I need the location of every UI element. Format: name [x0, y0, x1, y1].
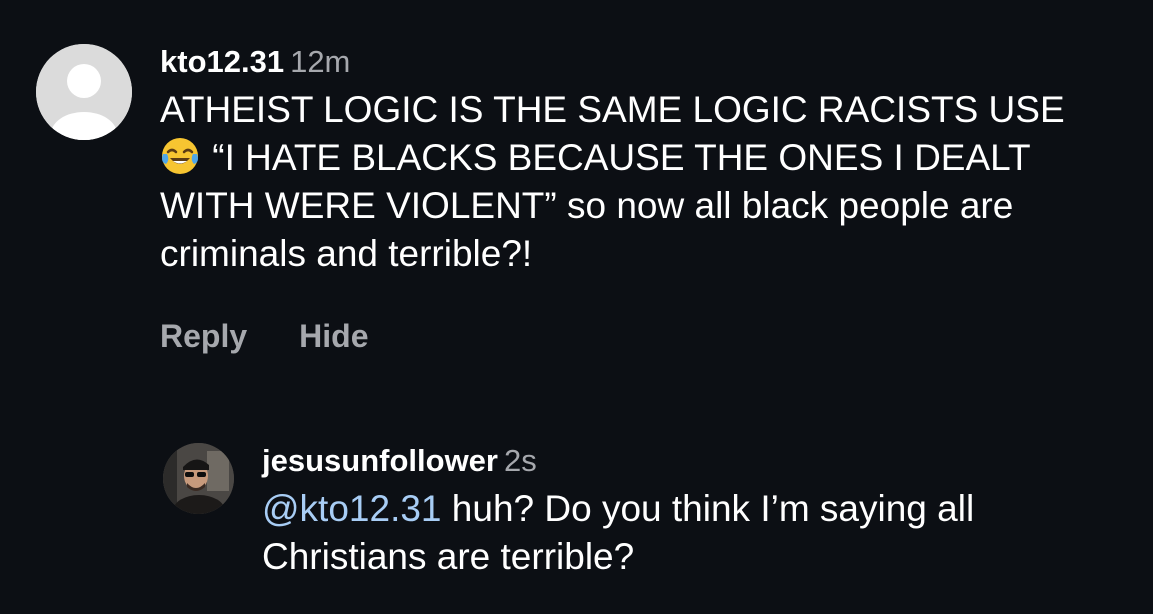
username[interactable]: kto12.31: [160, 44, 284, 79]
comment-meta: jesusunfollower 2s: [262, 443, 1122, 479]
default-avatar-icon[interactable]: [36, 44, 132, 140]
face-with-tears-of-joy-icon: [160, 136, 200, 176]
timestamp: 2s: [503, 443, 537, 478]
reply-button[interactable]: Reply: [160, 318, 247, 355]
comment-text-part1: ATHEIST LOGIC IS THE SAME LOGIC RACISTS …: [160, 89, 1065, 130]
comment-actions: Reply Hide: [160, 318, 1090, 355]
comment-text: ATHEIST LOGIC IS THE SAME LOGIC RACISTS …: [160, 86, 1090, 278]
comment-text-part2: “I HATE BLACKS BECAUSE THE ONES I DEALT …: [160, 137, 1030, 274]
comment-body: kto12.31 12m ATHEIST LOGIC IS THE SAME LO…: [160, 44, 1090, 355]
mention-link[interactable]: @kto12.31: [262, 488, 442, 529]
hide-button[interactable]: Hide: [299, 318, 368, 355]
username[interactable]: jesusunfollower: [262, 443, 498, 478]
comment-meta: kto12.31 12m: [160, 44, 1090, 80]
comment-body: jesusunfollower 2s @kto12.31 huh? Do you …: [262, 443, 1122, 581]
timestamp: 12m: [290, 44, 351, 79]
comment-kto12-31: kto12.31 12m ATHEIST LOGIC IS THE SAME LO…: [36, 44, 1136, 355]
comment-text: @kto12.31 huh? Do you think I’m saying a…: [262, 485, 1122, 581]
user-avatar[interactable]: [163, 443, 234, 514]
comment-jesusunfollower: jesusunfollower 2s @kto12.31 huh? Do you …: [163, 443, 1123, 581]
